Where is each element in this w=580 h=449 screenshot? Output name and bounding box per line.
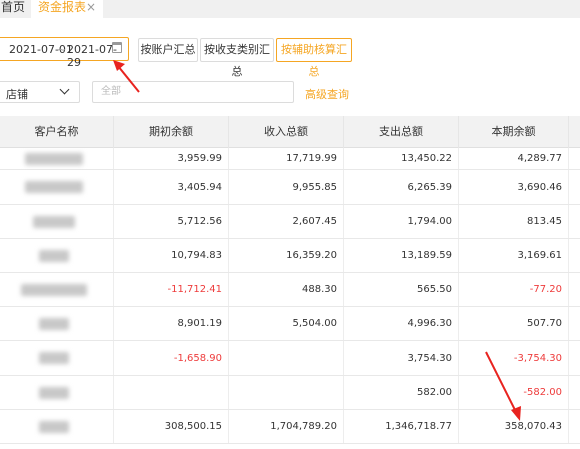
redacted-name (38, 249, 69, 262)
table-row[interactable]: 5,712.56 2,607.45 1,794.00 813.45 (0, 205, 580, 239)
customer-name-cell (0, 205, 114, 238)
table-header: 客户名称 期初余额 收入总额 支出总额 本期余额 (0, 116, 580, 148)
customer-name-cell (0, 239, 114, 272)
date-separator: ~ (57, 43, 67, 56)
opening-cell: 3,959.99 (114, 148, 229, 169)
header-customer[interactable]: 客户名称 (0, 116, 114, 148)
income-cell (229, 341, 344, 375)
balance-cell: 358,070.43 (459, 410, 569, 443)
income-cell: 1,704,789.20 (229, 410, 344, 443)
opening-cell: -11,712.41 (114, 273, 229, 306)
expense-cell: 582.00 (344, 376, 459, 409)
opening-cell: 8,901.19 (114, 307, 229, 340)
extra-cell (569, 307, 580, 340)
expense-cell: 13,450.22 (344, 148, 459, 169)
tab-home[interactable]: 首页 (0, 0, 30, 18)
balance-cell: 4,289.77 (459, 148, 569, 169)
income-cell: 9,955.85 (229, 170, 344, 204)
extra-cell (569, 410, 580, 443)
date-range-picker[interactable]: 2021-07-01 ~ 2021-07-29 (0, 37, 129, 69)
income-cell: 488.30 (229, 273, 344, 306)
shop-search-input[interactable]: 全部 (92, 81, 294, 103)
extra-cell (569, 273, 580, 306)
advanced-query-link[interactable]: 高级查询 (305, 86, 349, 102)
customer-name-cell (0, 170, 114, 204)
income-cell (229, 376, 344, 409)
redacted-name (38, 352, 69, 364)
customer-name-cell (0, 341, 114, 375)
balance-cell: 813.45 (459, 205, 569, 238)
opening-cell: 5,712.56 (114, 205, 229, 238)
opening-cell: 10,794.83 (114, 239, 229, 272)
redacted-name (20, 283, 87, 296)
redacted-name (38, 386, 69, 399)
tab-fund-report[interactable]: 资金报表 × (31, 0, 103, 18)
table-row[interactable]: 3,405.94 9,955.85 6,265.39 3,690.46 (0, 170, 580, 205)
extra-cell (569, 376, 580, 409)
expense-cell: 13,189.59 (344, 239, 459, 272)
calendar-icon[interactable] (112, 42, 122, 53)
customer-name-cell (0, 376, 114, 409)
expense-cell: 1,794.00 (344, 205, 459, 238)
summary-by-account-button[interactable]: 按账户汇总 (138, 38, 198, 62)
extra-cell (569, 341, 580, 375)
expense-cell: 3,754.30 (344, 341, 459, 375)
expense-cell: 1,346,718.77 (344, 410, 459, 443)
expense-cell: 4,996.30 (344, 307, 459, 340)
header-balance[interactable]: 本期余额 (459, 116, 569, 148)
header-extra (569, 116, 580, 148)
balance-cell: 3,690.46 (459, 170, 569, 204)
chevron-down-icon (59, 84, 70, 95)
close-icon[interactable]: × (86, 0, 96, 15)
redacted-name (38, 317, 69, 330)
extra-cell (569, 148, 580, 169)
expense-cell: 565.50 (344, 273, 459, 306)
extra-cell (569, 239, 580, 272)
balance-cell: -582.00 (459, 376, 569, 409)
table-row[interactable]: -11,712.41 488.30 565.50 -77.20 (0, 273, 580, 307)
balance-cell: -3,754.30 (459, 341, 569, 375)
header-opening[interactable]: 期初余额 (114, 116, 229, 148)
customer-name-cell (0, 410, 114, 443)
opening-cell (114, 376, 229, 409)
table-row[interactable]: 308,500.15 1,704,789.20 1,346,718.77 358,07… (0, 410, 580, 444)
income-cell: 5,504.00 (229, 307, 344, 340)
table-row[interactable]: 3,959.99 17,719.99 13,450.22 4,289.77 (0, 148, 580, 170)
redacted-name (24, 181, 83, 193)
tab-fund-report-label: 资金报表 (38, 0, 87, 14)
balance-cell: -77.20 (459, 273, 569, 306)
header-income[interactable]: 收入总额 (229, 116, 344, 148)
shop-select-label: 店铺 (6, 88, 28, 101)
extra-cell (569, 170, 580, 204)
opening-cell: 3,405.94 (114, 170, 229, 204)
opening-cell: 308,500.15 (114, 410, 229, 443)
summary-by-auxiliary-button[interactable]: 按辅助核算汇总 (276, 38, 352, 78)
tab-bar: 首页 资金报表 × (0, 0, 580, 18)
income-cell: 2,607.45 (229, 205, 344, 238)
shop-select[interactable]: 店铺 (0, 81, 80, 103)
summary-by-category-button[interactable]: 按收支类别汇总 (200, 38, 274, 78)
table-row[interactable]: 582.00 -582.00 (0, 376, 580, 410)
customer-name-cell (0, 307, 114, 340)
opening-cell: -1,658.90 (114, 341, 229, 375)
table-row[interactable]: 8,901.19 5,504.00 4,996.30 507.70 (0, 307, 580, 341)
customer-name-cell (0, 148, 114, 169)
balance-cell: 507.70 (459, 307, 569, 340)
redacted-name (32, 215, 75, 228)
extra-cell (569, 205, 580, 238)
expense-cell: 6,265.39 (344, 170, 459, 204)
customer-name-cell (0, 273, 114, 306)
income-cell: 17,719.99 (229, 148, 344, 169)
header-expense[interactable]: 支出总额 (344, 116, 459, 148)
table-row[interactable]: -1,658.90 3,754.30 -3,754.30 (0, 341, 580, 376)
redacted-name (24, 152, 83, 165)
balance-cell: 3,169.61 (459, 239, 569, 272)
table-row[interactable]: 10,794.83 16,359.20 13,189.59 3,169.61 (0, 239, 580, 273)
income-cell: 16,359.20 (229, 239, 344, 272)
redacted-name (38, 420, 69, 433)
